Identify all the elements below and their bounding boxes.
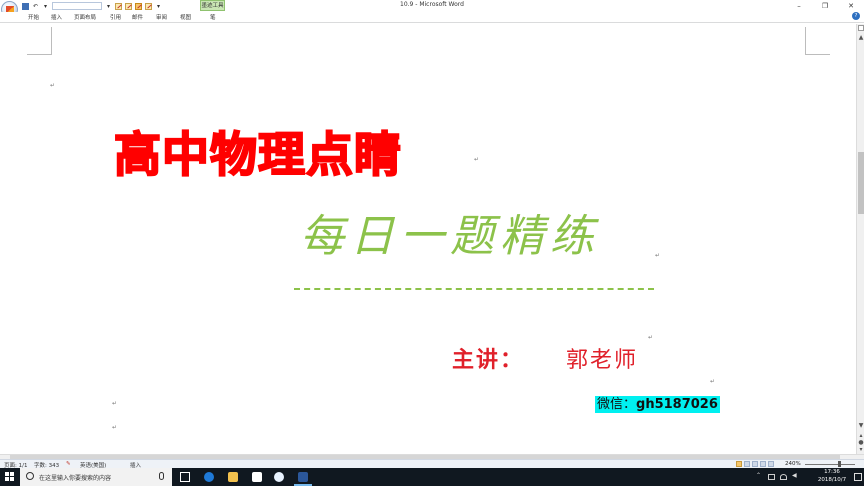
- vertical-scroll-thumb[interactable]: [858, 152, 864, 214]
- margin-corner-top-left: [27, 27, 52, 55]
- paragraph-mark: ↵: [648, 334, 654, 341]
- close-button[interactable]: ✕: [838, 0, 864, 12]
- task-view-icon: [180, 472, 190, 482]
- ribbon-tabs: 开始 插入 页面布局 引用 邮件 审阅 视图 笔 ?: [0, 12, 864, 23]
- taskbar-search[interactable]: 在这里输入你要搜索的内容: [20, 468, 172, 486]
- wechat-label: 微信：: [597, 397, 637, 412]
- windows-logo-icon-part: [5, 477, 9, 481]
- windows-logo-icon-part: [10, 477, 14, 481]
- word-button[interactable]: [292, 468, 314, 486]
- restore-button[interactable]: ❐: [812, 0, 838, 12]
- zoom-level[interactable]: 240%: [785, 461, 801, 467]
- lecturer-name: 郭老师: [566, 348, 639, 373]
- paragraph-mark: ↵: [112, 424, 118, 431]
- outline-icon[interactable]: [760, 461, 766, 467]
- cloud-icon: [274, 472, 284, 482]
- document-subtitle: 每日一题精练: [300, 211, 600, 262]
- taskbar: 在这里输入你要搜索的内容 ⌃ ◀ 17:36 2018/10/7: [0, 468, 864, 486]
- next-page-icon[interactable]: ▾: [857, 446, 864, 454]
- ruler-toggle-icon[interactable]: [858, 25, 864, 31]
- word-icon: [298, 472, 308, 482]
- edge-icon: [204, 472, 214, 482]
- draft-icon[interactable]: [768, 461, 774, 467]
- search-placeholder: 在这里输入你要搜索的内容: [39, 475, 112, 482]
- tab-view[interactable]: 视图: [180, 13, 191, 21]
- paragraph-mark: ↵: [474, 156, 480, 163]
- edge-button[interactable]: [198, 468, 220, 486]
- title-bar: ↶ ▾ ▾ ▾ 墨迹工具 10.9 - Microsoft Word – ❐ ✕: [0, 0, 864, 18]
- clock-time: 17:36: [824, 469, 840, 475]
- tab-review[interactable]: 审阅: [156, 13, 167, 21]
- tab-page-layout[interactable]: 页面布局: [74, 13, 96, 21]
- start-button[interactable]: [0, 468, 20, 486]
- show-hidden-icons-icon[interactable]: ⌃: [756, 472, 763, 479]
- proofing-icon[interactable]: ✎: [66, 461, 71, 467]
- view-buttons: [736, 461, 774, 467]
- paragraph-mark: ↵: [710, 378, 716, 385]
- network-icon[interactable]: [780, 474, 787, 480]
- store-icon: [252, 472, 262, 482]
- windows-logo-icon-part: [10, 472, 14, 476]
- paragraph-mark: ↵: [655, 252, 661, 259]
- store-button[interactable]: [246, 468, 268, 486]
- full-screen-reading-icon[interactable]: [744, 461, 750, 467]
- window-title: 10.9 - Microsoft Word: [400, 1, 464, 8]
- file-explorer-button[interactable]: [222, 468, 244, 486]
- battery-icon[interactable]: [768, 474, 775, 480]
- microphone-icon[interactable]: [159, 472, 164, 480]
- paragraph-mark: ↵: [112, 400, 118, 407]
- status-bar: 页面: 1/1 字数: 343 ✎ 英语(美国) 插入 240%: [0, 459, 864, 469]
- document-page[interactable]: ↵ 高中物理点睛 ↵ 每日一题精练 ↵ 主讲： 郭老师 ↵ 微信：gh51870…: [0, 24, 856, 454]
- system-tray: ⌃ ◀ 17:36 2018/10/7: [754, 468, 864, 486]
- notifications-icon[interactable]: [854, 473, 862, 481]
- minimize-button[interactable]: –: [786, 0, 812, 12]
- tab-mailings[interactable]: 邮件: [132, 13, 143, 21]
- help-icon[interactable]: ?: [852, 12, 860, 20]
- paragraph-mark: ↵: [50, 82, 56, 89]
- wechat-id: gh5187026: [636, 397, 718, 412]
- web-layout-icon[interactable]: [752, 461, 758, 467]
- zoom-slider-thumb[interactable]: [838, 461, 841, 467]
- wechat-contact: 微信：gh5187026: [595, 396, 720, 413]
- clock[interactable]: 17:36 2018/10/7: [812, 469, 852, 484]
- window-controls: – ❐ ✕: [786, 0, 864, 12]
- vertical-scrollbar[interactable]: ▲ ▼ ▴ ● ▾: [856, 24, 864, 454]
- document-title: 高中物理点睛: [113, 127, 402, 184]
- volume-icon[interactable]: ◀: [792, 472, 799, 479]
- lecturer-label: 主讲：: [452, 348, 525, 373]
- scroll-down-icon[interactable]: ▼: [857, 422, 864, 430]
- tab-references[interactable]: 引用: [110, 13, 121, 21]
- print-layout-icon[interactable]: [736, 461, 742, 467]
- search-icon: [26, 472, 34, 480]
- tab-pen[interactable]: 笔: [210, 13, 216, 21]
- folder-icon: [228, 472, 238, 482]
- subtitle-underline: [294, 288, 654, 290]
- windows-logo-icon: [5, 472, 9, 476]
- tab-home[interactable]: 开始: [28, 13, 39, 21]
- clock-date: 2018/10/7: [817, 476, 847, 483]
- baidu-netdisk-button[interactable]: [268, 468, 290, 486]
- tab-insert[interactable]: 插入: [51, 13, 62, 21]
- scroll-up-icon[interactable]: ▲: [857, 34, 864, 42]
- task-view-button[interactable]: [174, 468, 196, 486]
- margin-corner-top-right: [805, 27, 830, 55]
- zoom-slider[interactable]: [805, 464, 855, 465]
